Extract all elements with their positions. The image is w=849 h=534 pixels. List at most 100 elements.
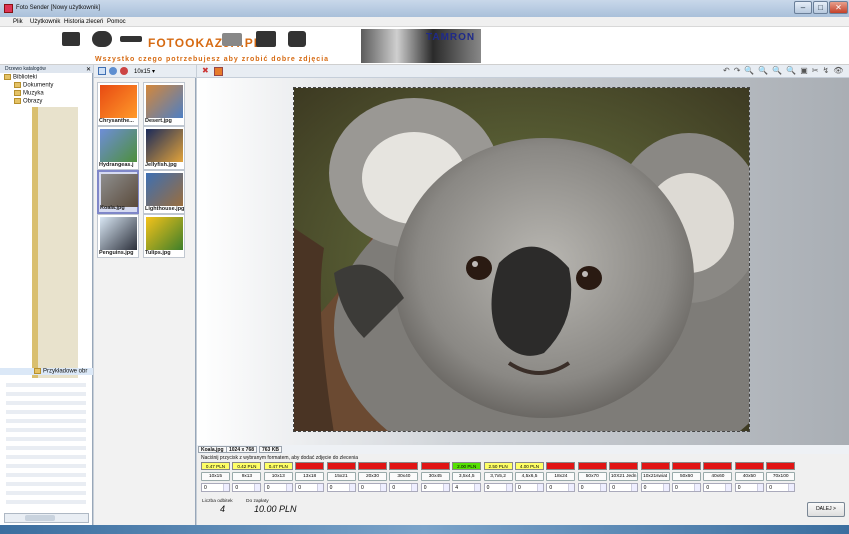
format-button[interactable]: 18x24 — [546, 472, 576, 481]
quantity-stepper[interactable]: 0 — [483, 483, 513, 492]
spin-arrows-icon[interactable] — [442, 484, 449, 491]
viewer-tools[interactable]: ↶↷🔍🔍🔍🔍▣✂↯👁 — [723, 66, 847, 75]
close-icon[interactable]: ✕ — [829, 1, 848, 14]
size-select[interactable]: 10x15 ▾ — [134, 68, 155, 75]
format-button[interactable]: 50x70 — [577, 472, 607, 481]
format-button[interactable]: 40x60 — [703, 472, 733, 481]
spin-arrows-icon[interactable] — [788, 484, 795, 491]
spin-arrows-icon[interactable] — [505, 484, 512, 491]
quantity-stepper[interactable]: 0 — [609, 483, 639, 492]
spin-arrows-icon[interactable] — [474, 484, 481, 491]
format-button[interactable]: 50x60 — [672, 472, 701, 481]
format-button[interactable]: 10x15 — [201, 472, 230, 481]
spin-arrows-icon[interactable] — [223, 484, 229, 491]
menu-plik[interactable]: Plik — [13, 19, 23, 25]
spin-arrows-icon[interactable] — [537, 484, 543, 491]
format-button[interactable]: 10x21swiat — [640, 472, 670, 481]
quantity-stepper[interactable]: 0 — [420, 483, 450, 492]
format-price: 0.47 PLN — [263, 462, 293, 470]
format-button[interactable]: 40x50 — [734, 472, 764, 481]
crop-icon[interactable]: ✖ — [202, 66, 209, 75]
file-info-bar: Koala.jpg 1024 x 768 763 KB — [197, 445, 849, 454]
thumbnail[interactable]: Tulips.jpg — [143, 214, 185, 258]
menu-historia[interactable]: Historia zleceń — [64, 19, 103, 25]
pay-value: 10.00 PLN — [254, 504, 297, 514]
quantity-stepper[interactable]: 4 — [452, 483, 482, 492]
quantity-stepper[interactable]: 0 — [515, 483, 544, 492]
tamron-ad[interactable]: TAMRON — [361, 29, 481, 63]
format-button[interactable]: 3,5x4,5 — [452, 472, 482, 481]
quantity-stepper[interactable]: 0 — [263, 483, 293, 492]
tree-item-dokumenty[interactable]: Dokumenty — [0, 82, 93, 89]
thumbnail[interactable]: Lighthouse.jpg — [143, 170, 185, 214]
format-button[interactable]: 10X21 Jedn — [609, 472, 639, 481]
quantity-stepper[interactable]: 0 — [201, 483, 230, 492]
quantity-stepper[interactable]: 0 — [703, 483, 733, 492]
quantity-stepper[interactable]: 0 — [295, 483, 325, 492]
format-button[interactable]: 4,5x6,5 — [515, 472, 544, 481]
spin-arrows-icon[interactable] — [725, 484, 732, 491]
tree-item-muzyka[interactable]: Muzyka — [0, 90, 93, 97]
thumbnail[interactable]: Jellyfish.jpg — [143, 126, 185, 170]
panel-close-icon[interactable]: ✕ — [86, 66, 91, 73]
format-button[interactable]: 9x13 — [232, 472, 262, 481]
quantity-stepper[interactable]: 0 — [672, 483, 701, 492]
spin-arrows-icon[interactable] — [756, 484, 763, 491]
spin-arrows-icon[interactable] — [285, 484, 292, 491]
tree-item-obrazy[interactable]: Obrazy — [0, 98, 93, 105]
tree-item-przykladowe[interactable]: Przykładowe obr — [0, 368, 93, 375]
quantity-stepper[interactable]: 0 — [546, 483, 576, 492]
format-button[interactable]: 30x40 — [389, 472, 419, 481]
spin-arrows-icon[interactable] — [317, 484, 324, 491]
thumbnail[interactable]: Koala.jpg — [97, 170, 139, 214]
koala-photo[interactable] — [293, 87, 750, 432]
format-column: 13x18 0 — [295, 462, 325, 492]
format-button[interactable]: 3,7x5,2 — [483, 472, 513, 481]
quantity-stepper[interactable]: 0 — [766, 483, 796, 492]
tree-scrollbar[interactable] — [4, 513, 89, 523]
quantity-stepper[interactable]: 0 — [640, 483, 670, 492]
format-button[interactable]: 15x21 — [326, 472, 356, 481]
thumbnail[interactable]: Hydrangeas.j — [97, 126, 139, 170]
format-button[interactable]: 70x100 — [766, 472, 796, 481]
view-grid-icon[interactable] — [98, 67, 106, 75]
spin-arrows-icon[interactable] — [694, 484, 700, 491]
remove-icon[interactable] — [120, 67, 128, 75]
thumbnail[interactable]: Desert.jpg — [143, 82, 185, 126]
spin-arrows-icon[interactable] — [411, 484, 418, 491]
maximize-icon[interactable]: □ — [813, 1, 828, 14]
file-size: 763 KB — [259, 446, 282, 453]
quantity-stepper[interactable]: 0 — [232, 483, 262, 492]
ad-banner[interactable]: FOTOOKAZJA.PL Wszystko czego potrzebujes… — [0, 27, 849, 65]
minimize-icon[interactable]: – — [794, 1, 812, 14]
spin-arrows-icon[interactable] — [348, 484, 355, 491]
format-button[interactable]: 20x30 — [358, 472, 387, 481]
menu-pomoc[interactable]: Pomoc — [107, 19, 126, 25]
quantity-stepper[interactable]: 0 — [734, 483, 764, 492]
next-button[interactable]: DALEJ > — [807, 502, 845, 517]
quantity-stepper[interactable]: 0 — [358, 483, 387, 492]
format-button[interactable]: 10x13 — [263, 472, 293, 481]
spin-arrows-icon[interactable] — [662, 484, 669, 491]
quantity-value: 0 — [706, 485, 710, 491]
tree-root[interactable]: Biblioteki — [0, 74, 93, 81]
format-price — [703, 462, 733, 470]
spin-arrows-icon[interactable] — [254, 484, 261, 491]
format-button[interactable]: 13x18 — [295, 472, 325, 481]
format-button[interactable]: 30x45 — [420, 472, 450, 481]
format-column: 50x60 0 — [672, 462, 701, 492]
thumbnail[interactable]: Penguins.jpg — [97, 214, 139, 258]
spin-arrows-icon[interactable] — [568, 484, 575, 491]
menu-uzytkownik[interactable]: Użytkownik — [30, 19, 60, 25]
quantity-stepper[interactable]: 0 — [577, 483, 607, 492]
quantity-stepper[interactable]: 0 — [389, 483, 419, 492]
refresh-icon[interactable] — [109, 67, 117, 75]
quantity-stepper[interactable]: 0 — [326, 483, 356, 492]
thumbnail-caption: Koala.jpg — [100, 205, 125, 211]
fit-icon[interactable] — [214, 67, 223, 76]
spin-arrows-icon[interactable] — [599, 484, 606, 491]
spin-arrows-icon[interactable] — [631, 484, 638, 491]
scroll-thumb[interactable] — [25, 515, 55, 521]
spin-arrows-icon[interactable] — [380, 484, 386, 491]
thumbnail[interactable]: Chrysanthe... — [97, 82, 139, 126]
